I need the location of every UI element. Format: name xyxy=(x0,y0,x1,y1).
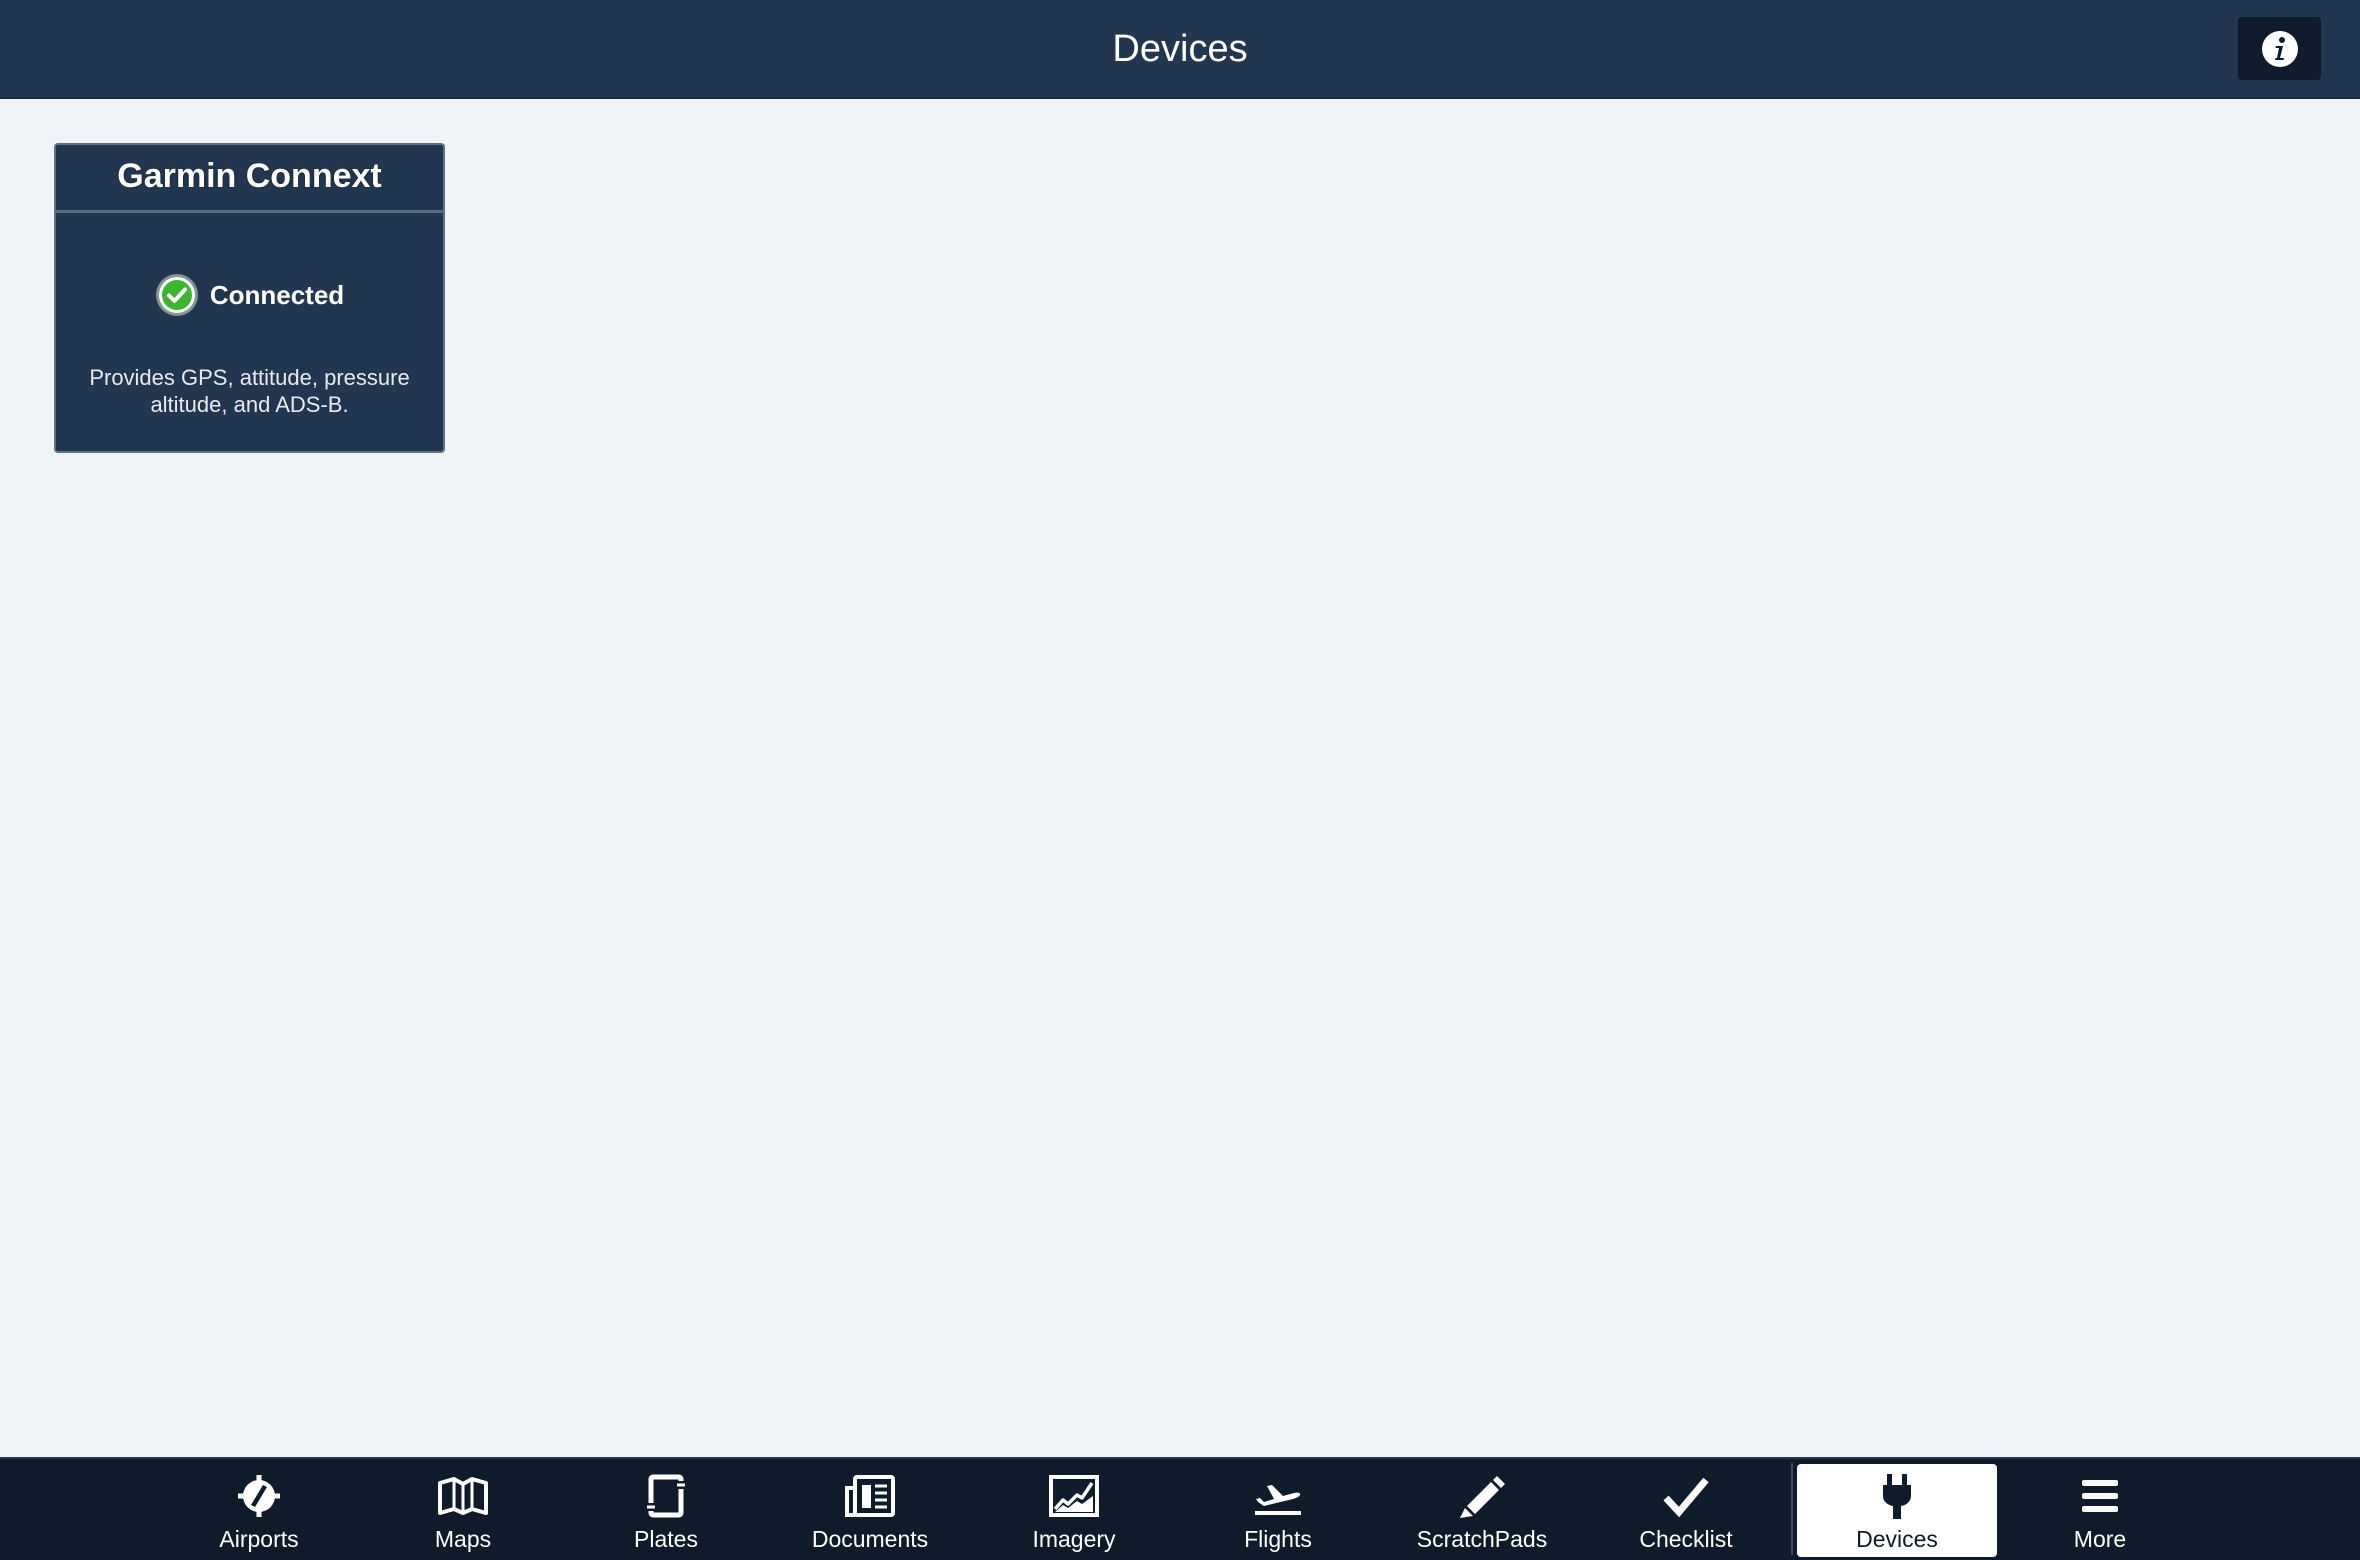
tab-separator xyxy=(1791,1463,1793,1555)
tab-plates[interactable]: Plates xyxy=(566,1464,766,1557)
tab-checklist[interactable]: Checklist xyxy=(1586,1464,1786,1557)
tab-scratchpads[interactable]: ScratchPads xyxy=(1382,1464,1582,1557)
tab-label: Flights xyxy=(1244,1526,1312,1552)
documents-icon xyxy=(845,1475,895,1517)
tab-label: Documents xyxy=(811,1526,929,1552)
hamburger-menu-icon xyxy=(2082,1480,2118,1512)
device-card-title: Garmin Connext xyxy=(56,145,443,213)
tab-airports[interactable]: Airports xyxy=(159,1464,359,1557)
tab-maps[interactable]: Maps xyxy=(363,1464,563,1557)
map-icon xyxy=(438,1477,488,1515)
tab-documents[interactable]: Documents xyxy=(770,1464,970,1557)
tab-more[interactable]: More xyxy=(2000,1464,2200,1557)
page-title: Devices xyxy=(1112,28,1248,70)
checkmark-icon xyxy=(1663,1477,1709,1518)
plug-icon xyxy=(1883,1474,1911,1519)
info-icon xyxy=(2261,30,2298,67)
airports-icon xyxy=(238,1475,280,1517)
airplane-takeoff-icon xyxy=(1255,1485,1301,1515)
device-status: Connected xyxy=(56,273,443,317)
tab-label: More xyxy=(2073,1526,2127,1552)
tab-devices[interactable]: Devices xyxy=(1797,1464,1997,1557)
imagery-icon xyxy=(1049,1475,1099,1517)
tab-label: Devices xyxy=(1856,1526,1938,1552)
tab-label: Maps xyxy=(434,1526,492,1552)
pencil-icon xyxy=(1460,1476,1505,1518)
tab-label: Checklist xyxy=(1639,1526,1733,1552)
top-navigation-bar: Devices xyxy=(0,0,2360,99)
tab-imagery[interactable]: Imagery xyxy=(974,1464,1174,1557)
tab-label: Airports xyxy=(219,1526,299,1552)
bottom-tab-bar: Airports Maps Plates Documents Imagery F… xyxy=(0,1457,2360,1560)
tab-label: Plates xyxy=(634,1526,698,1552)
tab-label: Imagery xyxy=(1032,1526,1116,1552)
tab-flights[interactable]: Flights xyxy=(1178,1464,1378,1557)
info-button[interactable] xyxy=(2238,17,2321,80)
device-description: Provides GPS, attitude, pressure altitud… xyxy=(89,365,410,417)
device-card-garmin-connext[interactable]: Garmin Connext Connected Provides GPS, a… xyxy=(54,143,445,453)
plates-icon xyxy=(646,1474,686,1518)
checkmark-circle-icon xyxy=(155,274,198,316)
status-text: Connected xyxy=(209,279,345,310)
tab-label: ScratchPads xyxy=(1416,1526,1548,1552)
